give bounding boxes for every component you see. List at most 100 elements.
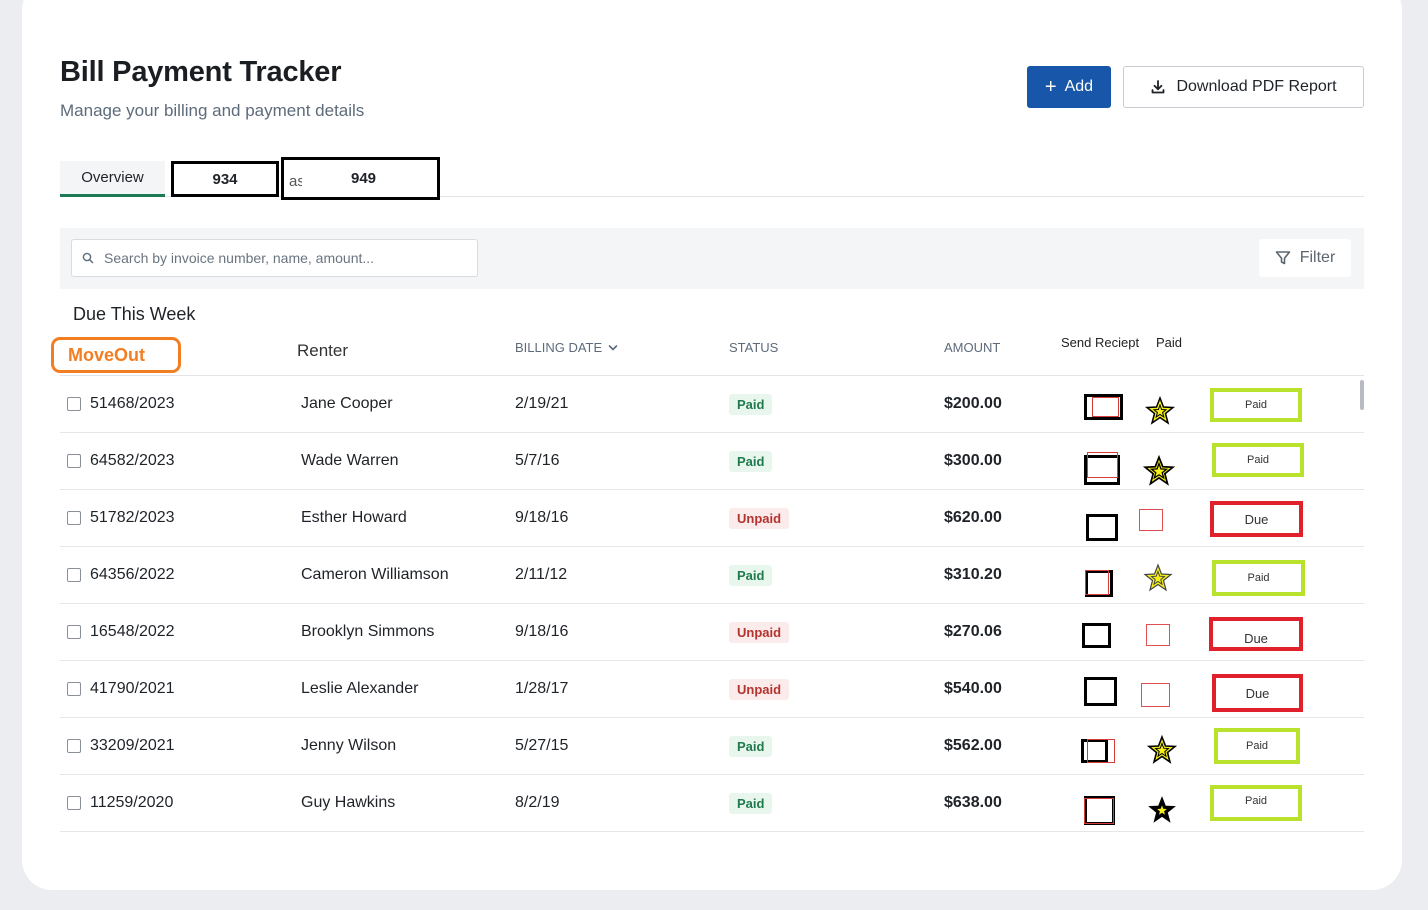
page-title: Bill Payment Tracker — [60, 56, 342, 88]
chevron-down-icon — [608, 344, 618, 351]
search-icon — [82, 252, 94, 264]
send-receipt-checkbox[interactable] — [1084, 394, 1123, 420]
amount: $270.06 — [944, 623, 1002, 640]
table-row: 11259/2020 Guy Hawkins 8/2/19 Paid $638.… — [60, 775, 1364, 832]
payment-badge[interactable]: Due — [1212, 674, 1303, 712]
table-row: 64356/2022 Cameron Williamson 2/11/12 Pa… — [60, 547, 1364, 604]
status-badge: Paid — [729, 793, 773, 814]
renter-name: Brooklyn Simmons — [301, 623, 435, 640]
status-badge: Paid — [729, 736, 773, 757]
renter-name: Esther Howard — [301, 509, 407, 526]
send-receipt-checkbox[interactable] — [1084, 796, 1115, 825]
search-placeholder: Search by invoice number, name, amount..… — [104, 250, 375, 266]
paid-empty-box[interactable] — [1146, 624, 1170, 646]
payment-badge[interactable]: Paid — [1210, 785, 1302, 821]
column-header-send-receipt: Send Reciept — [1061, 335, 1140, 350]
row-checkbox[interactable] — [67, 511, 81, 525]
payment-badge[interactable]: Due — [1210, 501, 1303, 537]
amount: $638.00 — [944, 794, 1002, 811]
amount: $562.00 — [944, 737, 1002, 754]
renter-name: Jane Cooper — [301, 395, 393, 412]
column-header-renter: Renter — [297, 341, 349, 360]
download-pdf-label: Download PDF Report — [1176, 78, 1337, 95]
amount: $620.00 — [944, 509, 1002, 526]
invoice-number: 16548/2022 — [90, 623, 175, 640]
column-header-paid: Paid — [1156, 335, 1183, 350]
row-checkbox[interactable] — [67, 454, 81, 468]
status-badge: Paid — [729, 394, 773, 415]
row-checkbox[interactable] — [67, 796, 81, 810]
tab-949-label: 949 — [351, 170, 377, 187]
amount: $310.20 — [944, 566, 1002, 583]
invoice-number: 51468/2023 — [90, 395, 175, 412]
status-badge: Unpaid — [729, 679, 790, 700]
send-receipt-checkbox[interactable] — [1085, 570, 1113, 597]
invoice-number: 41790/2021 — [90, 680, 175, 697]
download-pdf-button[interactable]: Download PDF Report — [1123, 66, 1364, 108]
payment-badge[interactable]: Due — [1209, 617, 1303, 651]
row-checkbox[interactable] — [67, 682, 81, 696]
renter-name: Jenny Wilson — [301, 737, 397, 754]
payment-badge[interactable]: Paid — [1212, 443, 1304, 477]
payment-badge[interactable]: Paid — [1214, 728, 1300, 764]
amount: $200.00 — [944, 395, 1002, 412]
plus-icon: + — [1044, 76, 1057, 98]
row-checkbox[interactable] — [67, 739, 81, 753]
star-icon[interactable] — [1142, 454, 1176, 486]
page-subtitle: Manage your billing and payment details — [60, 101, 365, 120]
billing-date: 9/18/16 — [515, 509, 569, 526]
invoice-number: 33209/2021 — [90, 737, 175, 754]
amount: $300.00 — [944, 452, 1002, 469]
renter-name: Cameron Williamson — [301, 566, 449, 583]
filter-button[interactable]: Filter — [1259, 239, 1351, 277]
tab-overview[interactable]: Overview — [60, 161, 165, 197]
invoice-number: 64582/2023 — [90, 452, 175, 469]
star-icon[interactable] — [1148, 795, 1178, 825]
column-header-amount: AMOUNT — [944, 340, 1001, 355]
status-badge: Unpaid — [729, 622, 790, 643]
moveout-header[interactable]: MoveOut — [51, 337, 181, 373]
tab-949[interactable]: as 949 — [281, 157, 440, 200]
add-button[interactable]: + Add — [1027, 66, 1111, 108]
payment-badge[interactable]: Paid — [1212, 560, 1305, 596]
table-row: 64582/2023 Wade Warren 5/7/16 Paid $300.… — [60, 433, 1364, 490]
send-receipt-checkbox[interactable] — [1082, 623, 1111, 648]
renter-name: Leslie Alexander — [301, 680, 419, 697]
status-badge: Unpaid — [729, 508, 790, 529]
payment-badge[interactable]: Paid — [1210, 388, 1302, 422]
billing-date: 2/11/12 — [515, 566, 568, 583]
billing-date: 9/18/16 — [515, 623, 569, 640]
row-checkbox[interactable] — [67, 568, 81, 582]
paid-empty-box[interactable] — [1139, 509, 1163, 531]
row-checkbox[interactable] — [67, 397, 81, 411]
paid-empty-box[interactable] — [1141, 683, 1170, 707]
amount: $540.00 — [944, 680, 1002, 697]
send-receipt-checkbox[interactable] — [1081, 739, 1115, 763]
send-receipt-checkbox[interactable] — [1086, 514, 1118, 541]
section-title: Due This Week — [73, 304, 196, 324]
table-row: 51468/2023 Jane Cooper 2/19/21 Paid $200… — [60, 376, 1364, 433]
column-header-status: STATUS — [729, 340, 779, 355]
download-icon — [1152, 80, 1165, 94]
tab-934[interactable]: 934 — [171, 161, 279, 197]
billing-date: 1/28/17 — [515, 680, 569, 697]
table-row: 41790/2021 Leslie Alexander 1/28/17 Unpa… — [60, 661, 1364, 718]
star-icon[interactable] — [1146, 734, 1178, 764]
table-row: 33209/2021 Jenny Wilson 5/27/15 Paid $56… — [60, 718, 1364, 775]
table-row: 51782/2023 Esther Howard 9/18/16 Unpaid … — [60, 490, 1364, 547]
search-input[interactable]: Search by invoice number, name, amount..… — [71, 239, 478, 277]
billing-date-label: BILLING DATE — [515, 340, 603, 355]
filter-icon — [1275, 251, 1291, 265]
invoice-number: 51782/2023 — [90, 509, 175, 526]
send-receipt-checkbox[interactable] — [1084, 452, 1120, 485]
renter-name: Wade Warren — [301, 452, 399, 469]
billing-date: 8/2/19 — [515, 794, 560, 811]
star-icon[interactable] — [1143, 563, 1173, 593]
status-badge: Paid — [729, 451, 773, 472]
column-header-billing-date[interactable]: BILLING DATE — [515, 340, 618, 355]
star-icon[interactable] — [1144, 395, 1176, 426]
send-receipt-checkbox[interactable] — [1084, 677, 1117, 706]
filter-label: Filter — [1299, 249, 1336, 266]
table-row: 16548/2022 Brooklyn Simmons 9/18/16 Unpa… — [60, 604, 1364, 661]
row-checkbox[interactable] — [67, 625, 81, 639]
